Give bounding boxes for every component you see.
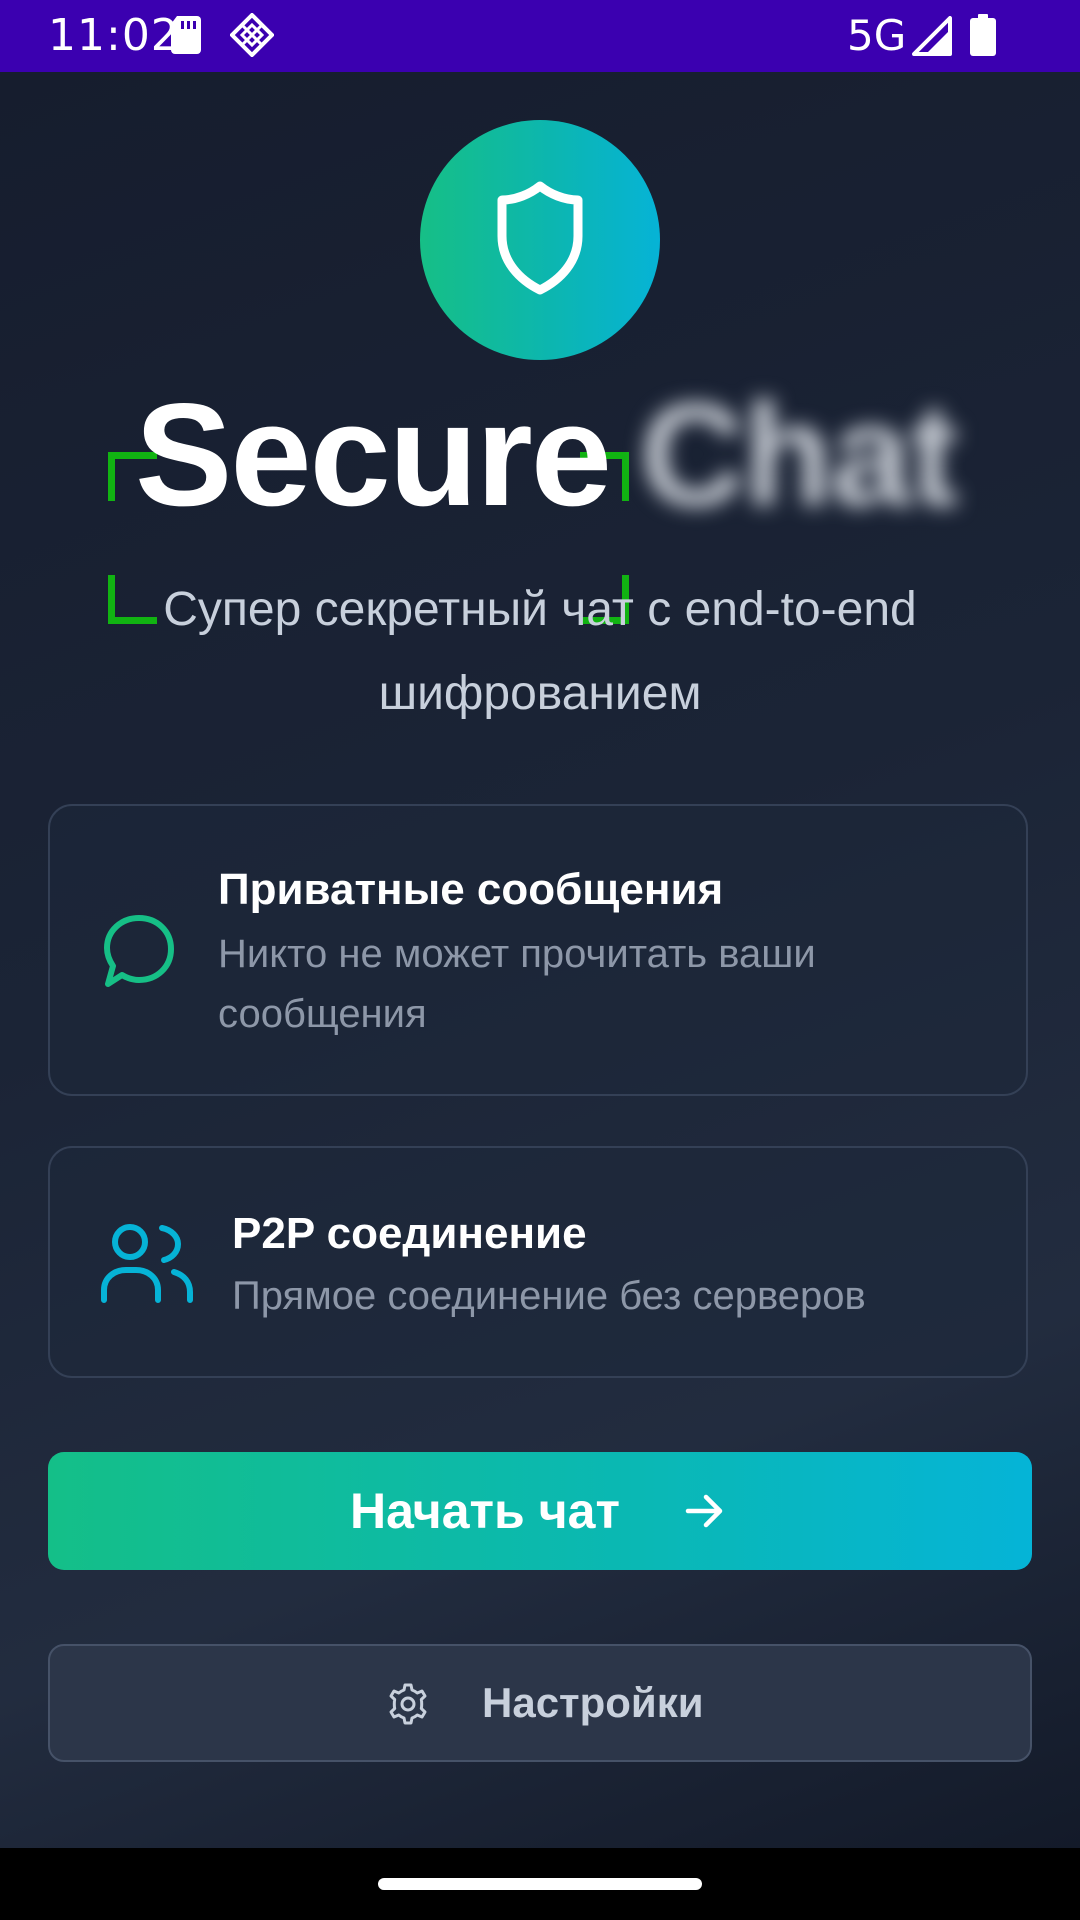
feature-description: Никто не может прочитать ваши сообщения bbox=[218, 932, 816, 1036]
title-word-chat: Chat bbox=[640, 373, 958, 536]
app-title: Secure Chat bbox=[0, 370, 1080, 624]
feature-description: Прямое соединение без серверов bbox=[232, 1274, 866, 1318]
signal-icon bbox=[912, 16, 952, 56]
users-icon bbox=[101, 1224, 193, 1303]
network-type: 5G bbox=[847, 11, 907, 60]
settings-button[interactable]: Настройки bbox=[48, 1644, 1032, 1762]
start-chat-button[interactable]: Начать чат bbox=[48, 1452, 1032, 1570]
navigation-bar bbox=[0, 1848, 1080, 1920]
app-subtitle: Супер секретный чат с end-to-end шифрова… bbox=[163, 583, 917, 720]
settings-label: Настройки bbox=[482, 1679, 704, 1726]
home-gesture-handle[interactable] bbox=[378, 1878, 702, 1890]
title-word-secure: Secure bbox=[135, 373, 612, 536]
status-time: 11:02 bbox=[48, 10, 180, 61]
arrow-right-icon bbox=[685, 1494, 723, 1528]
status-bar: 11:02 5G bbox=[0, 0, 1080, 72]
welcome-screen: Secure Chat Супер секретный чат с end-to… bbox=[0, 72, 1080, 1848]
start-chat-label: Начать чат bbox=[350, 1483, 620, 1539]
sd-card-icon bbox=[171, 16, 201, 54]
gear-icon bbox=[389, 1683, 427, 1725]
battery-icon bbox=[970, 14, 996, 56]
shield-icon bbox=[497, 181, 583, 295]
chat-bubble-icon bbox=[104, 915, 174, 987]
feature-title: Приватные сообщения bbox=[218, 865, 724, 914]
app-screen: 11:02 5G Secure Chat Супер секретный чат… bbox=[0, 0, 1080, 1920]
feature-title: P2P соединение bbox=[232, 1209, 587, 1258]
app-logo bbox=[420, 120, 660, 360]
feature-card-private-messages: Приватные сообщения Никто не может прочи… bbox=[48, 804, 1028, 1096]
feature-card-p2p: P2P соединение Прямое соединение без сер… bbox=[48, 1146, 1028, 1378]
diamond-icon bbox=[230, 13, 274, 57]
